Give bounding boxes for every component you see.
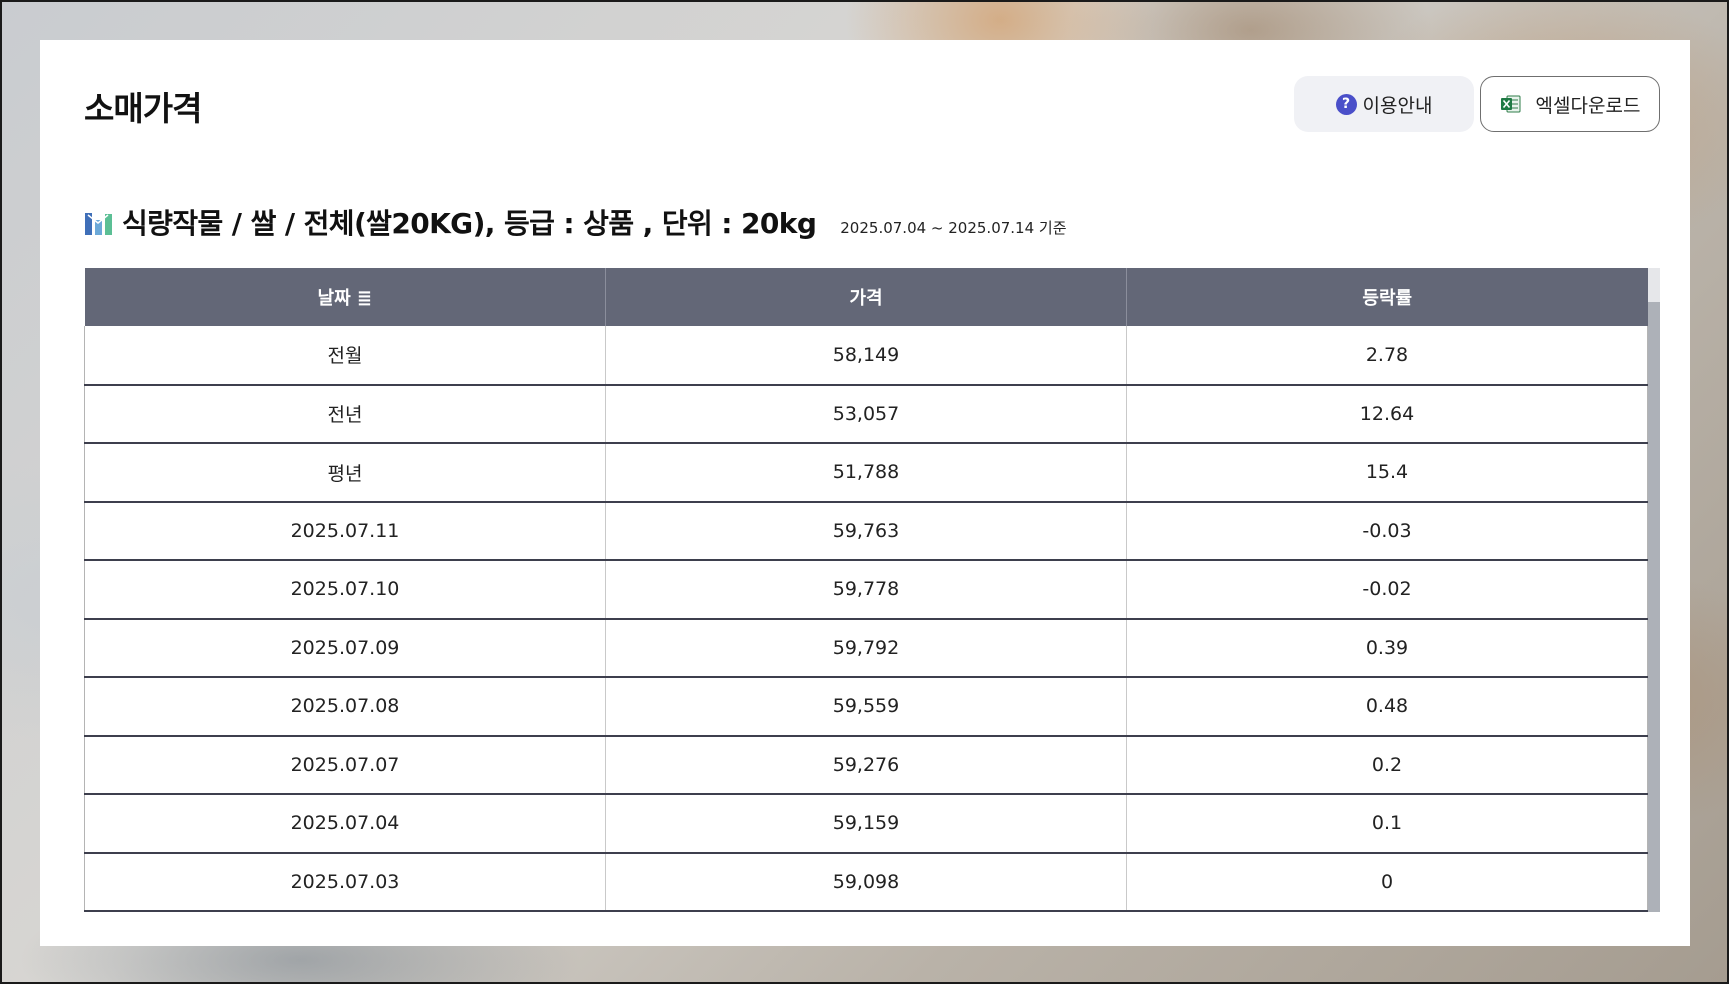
date-cell: 2025.07.08 [84,677,606,737]
table-scrollbar[interactable] [1648,268,1660,912]
bar-chart-icon [84,209,114,235]
date-cell: 2025.07.07 [84,735,606,795]
excel-button-label: 엑셀다운로드 [1535,94,1641,117]
section-header: 식량작물 / 쌀 / 전체(쌀20KG), 등급 : 상품 , 단위 : 20k… [84,202,1067,242]
date-cell: 2025.07.10 [84,560,606,620]
table-row: 전월 58,149 2.78 [84,326,1648,386]
table-row: 2025.07.08 59,559 0.48 [84,677,1648,737]
excel-download-button[interactable]: 엑셀다운로드 [1480,76,1660,132]
table-row: 2025.07.09 59,792 0.39 [84,618,1648,678]
change-rate-cell: 2.78 [1126,326,1648,386]
table-header-row: 날짜 ≣ 가격 등락률 [84,268,1648,326]
price-cell: 59,276 [605,735,1127,795]
price-table-container: 날짜 ≣ 가격 등락률 전월 58,149 2.78 전년 53,057 12.… [84,268,1660,912]
change-rate-cell: 12.64 [1126,384,1648,444]
date-cell: 2025.07.04 [84,794,606,854]
price-cell: 59,559 [605,677,1127,737]
table-row: 2025.07.10 59,778 -0.02 [84,560,1648,620]
retail-price-panel: 소매가격 ? 이용안내 엑셀다운로드 식량작물 / 쌀 / 전체(쌀20KG),… [40,40,1690,946]
price-cell: 51,788 [605,443,1127,503]
price-cell: 59,763 [605,501,1127,561]
table-row: 전년 53,057 12.64 [84,384,1648,444]
change-rate-cell: 0 [1126,852,1648,912]
column-header-change-rate: 등락률 [1126,268,1648,326]
price-cell: 59,778 [605,560,1127,620]
change-rate-cell: -0.03 [1126,501,1648,561]
price-cell: 53,057 [605,384,1127,444]
table-row: 2025.07.04 59,159 0.1 [84,794,1648,854]
guide-button-label: 이용안내 [1362,94,1433,117]
change-rate-cell: 0.2 [1126,735,1648,795]
table-row: 2025.07.03 59,098 0 [84,852,1648,912]
date-cell: 2025.07.03 [84,852,606,912]
date-cell: 2025.07.11 [84,501,606,561]
table-row: 2025.07.11 59,763 -0.03 [84,501,1648,561]
change-rate-cell: 0.1 [1126,794,1648,854]
change-rate-cell: -0.02 [1126,560,1648,620]
date-cell: 전월 [84,326,606,386]
price-cell: 59,098 [605,852,1127,912]
change-rate-cell: 0.39 [1126,618,1648,678]
table-row: 2025.07.07 59,276 0.2 [84,735,1648,795]
date-cell: 평년 [84,443,606,503]
column-header-price: 가격 [605,268,1127,326]
date-cell: 2025.07.09 [84,618,606,678]
excel-file-icon [1500,94,1522,114]
period-label: 2025.07.04 ~ 2025.07.14 기준 [840,219,1067,237]
section-title: 식량작물 / 쌀 / 전체(쌀20KG), 등급 : 상품 , 단위 : 20k… [122,207,817,240]
question-circle-icon: ? [1335,93,1357,115]
price-cell: 58,149 [605,326,1127,386]
page-title: 소매가격 [84,89,202,128]
column-header-date[interactable]: 날짜 ≣ [84,268,606,326]
price-cell: 59,792 [605,618,1127,678]
guide-button[interactable]: ? 이용안내 [1294,76,1474,132]
change-rate-cell: 15.4 [1126,443,1648,503]
date-cell: 전년 [84,384,606,444]
price-cell: 59,159 [605,794,1127,854]
change-rate-cell: 0.48 [1126,677,1648,737]
scrollbar-thumb[interactable] [1648,302,1660,912]
price-table: 날짜 ≣ 가격 등락률 전월 58,149 2.78 전년 53,057 12.… [84,268,1648,912]
table-row: 평년 51,788 15.4 [84,443,1648,503]
